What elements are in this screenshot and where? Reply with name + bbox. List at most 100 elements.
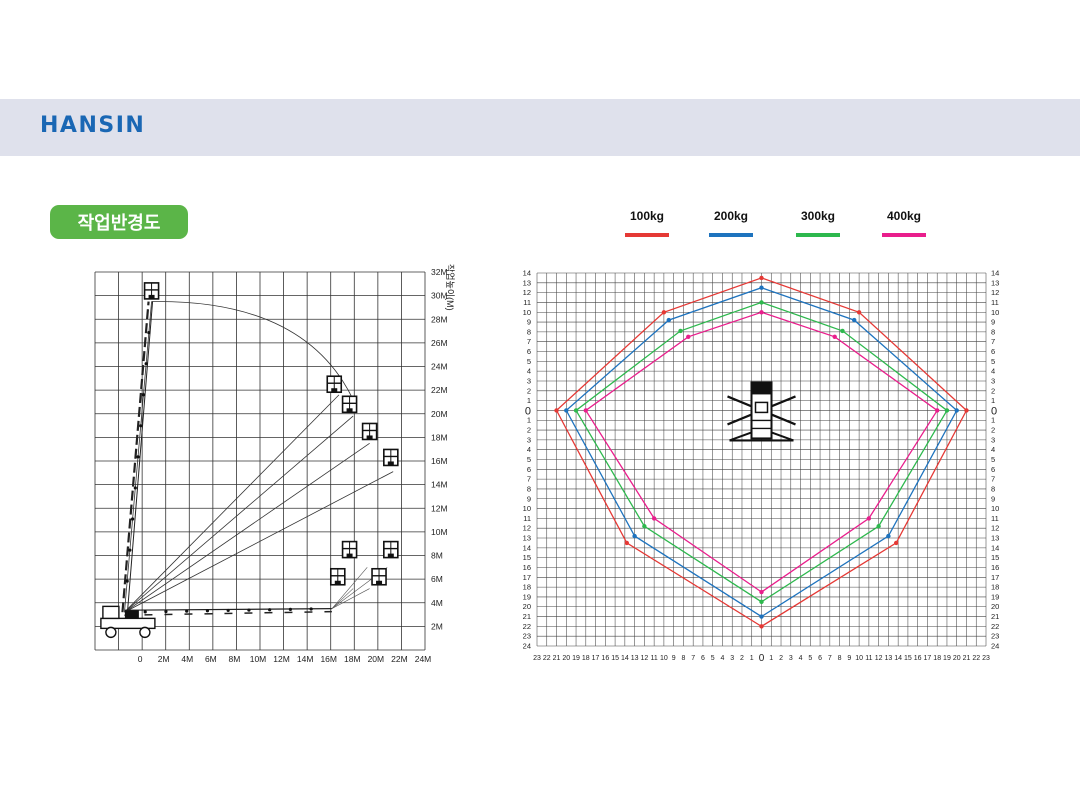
y-tick-label: 8 — [991, 484, 995, 493]
y-tick-label: 6 — [527, 465, 531, 474]
y-tick-label: 5 — [527, 455, 531, 464]
y-tick-label: 8 — [527, 484, 531, 493]
y-tick-label: 6 — [991, 347, 995, 356]
y-tick-label: 20 — [991, 602, 999, 611]
y-tick-label: 10 — [991, 308, 999, 317]
x-tick-label: 5 — [711, 655, 715, 662]
x-tick-label: 10 — [855, 655, 863, 662]
vehicle-cab — [751, 382, 772, 395]
y-tick-label: 7 — [527, 337, 531, 346]
envelope-point — [876, 524, 881, 529]
x-tick-label: 22 — [543, 655, 551, 662]
x-tick-label: 16 — [914, 655, 922, 662]
y-tick-label: 2 — [991, 426, 995, 435]
y-tick-label: 5 — [991, 455, 995, 464]
y-tick-label: 13 — [991, 534, 999, 543]
x-tick-label: 12 — [640, 655, 648, 662]
envelope-point — [934, 408, 940, 413]
x-tick-label: 9 — [672, 655, 676, 662]
y-tick-label: 22 — [991, 622, 999, 631]
x-tick-label: 13 — [631, 655, 639, 662]
y-tick-label: 19 — [523, 592, 531, 601]
envelope-point — [632, 533, 637, 539]
envelope-point — [554, 408, 559, 413]
y-tick-label: 4 — [991, 367, 995, 376]
envelope-point — [583, 408, 589, 413]
envelope-point — [564, 408, 569, 413]
x-tick-label: 20 — [953, 655, 961, 662]
x-tick-label: 10 — [660, 655, 668, 662]
x-tick-label: 15 — [611, 655, 619, 662]
envelope-point — [894, 540, 899, 546]
envelope-point — [686, 334, 691, 340]
y-tick-label: 11 — [991, 298, 999, 307]
x-tick-label: 5 — [808, 655, 812, 662]
y-tick-label: 1 — [991, 396, 995, 405]
y-tick-label: 11 — [523, 298, 531, 307]
y-tick-label: 8 — [527, 327, 531, 336]
x-tick-label: 21 — [963, 655, 971, 662]
envelope-point — [678, 328, 683, 334]
x-tick-label: 9 — [847, 655, 851, 662]
x-tick-label: 14 — [621, 655, 629, 662]
y-tick-label: 10 — [523, 308, 531, 317]
y-tick-label: 11 — [523, 514, 531, 523]
y-tick-label: 12 — [991, 288, 999, 297]
envelope-point — [661, 310, 667, 315]
y-tick-label: 2 — [527, 426, 531, 435]
y-tick-label: 19 — [991, 592, 999, 601]
y-tick-label: 13 — [523, 534, 531, 543]
x-tick-label: 4 — [721, 655, 725, 662]
x-tick-label: 2 — [779, 655, 783, 662]
envelope-point — [759, 589, 764, 595]
envelope-point — [759, 300, 764, 305]
y-tick-label: 15 — [523, 553, 531, 562]
y-tick-label: 18 — [991, 583, 999, 592]
x-tick-label: 3 — [789, 655, 793, 662]
y-tick-label: 8 — [991, 327, 995, 336]
x-tick-label: 18 — [582, 655, 590, 662]
y-tick-label: 20 — [523, 602, 531, 611]
x-tick-label: 11 — [650, 655, 657, 662]
envelope-point — [759, 310, 764, 315]
envelope-point — [759, 285, 764, 290]
y-tick-label: 13 — [523, 278, 531, 287]
y-zero-label: 0 — [525, 405, 531, 417]
x-tick-label: 7 — [828, 655, 832, 662]
x-tick-label: 18 — [933, 655, 941, 662]
x-tick-label: 22 — [972, 655, 980, 662]
y-tick-label: 6 — [991, 465, 995, 474]
y-tick-label: 23 — [991, 632, 999, 641]
y-tick-label: 14 — [523, 269, 531, 278]
x-tick-label: 1 — [769, 655, 773, 662]
y-tick-label: 18 — [523, 583, 531, 592]
y-tick-label: 9 — [527, 318, 531, 327]
envelope-point — [759, 624, 764, 629]
envelope-point — [759, 599, 764, 605]
y-tick-label: 23 — [523, 632, 531, 641]
y-tick-label: 12 — [523, 288, 531, 297]
y-tick-label: 21 — [991, 612, 999, 621]
y-tick-label: 17 — [991, 573, 999, 582]
x-tick-label: 12 — [875, 655, 883, 662]
x-tick-label: 19 — [943, 655, 951, 662]
x-tick-label: 8 — [681, 655, 685, 662]
y-tick-label: 9 — [527, 494, 531, 503]
envelope-point — [866, 516, 872, 521]
envelope-point — [666, 317, 671, 323]
x-tick-label: 4 — [799, 655, 803, 662]
y-tick-label: 12 — [991, 524, 999, 533]
y-tick-label: 5 — [527, 357, 531, 366]
x-tick-label: 20 — [562, 655, 570, 662]
y-tick-label: 1 — [527, 396, 531, 405]
y-tick-label: 10 — [991, 504, 999, 513]
envelope-point — [651, 516, 657, 521]
y-tick-label: 4 — [527, 445, 531, 454]
envelope-point — [840, 328, 845, 334]
y-tick-label: 9 — [991, 318, 995, 327]
y-tick-label: 9 — [991, 494, 995, 503]
envelope-point — [852, 317, 857, 323]
vehicle-top-icon — [727, 381, 796, 442]
y-tick-label: 3 — [991, 435, 995, 444]
envelope-point — [832, 334, 837, 340]
